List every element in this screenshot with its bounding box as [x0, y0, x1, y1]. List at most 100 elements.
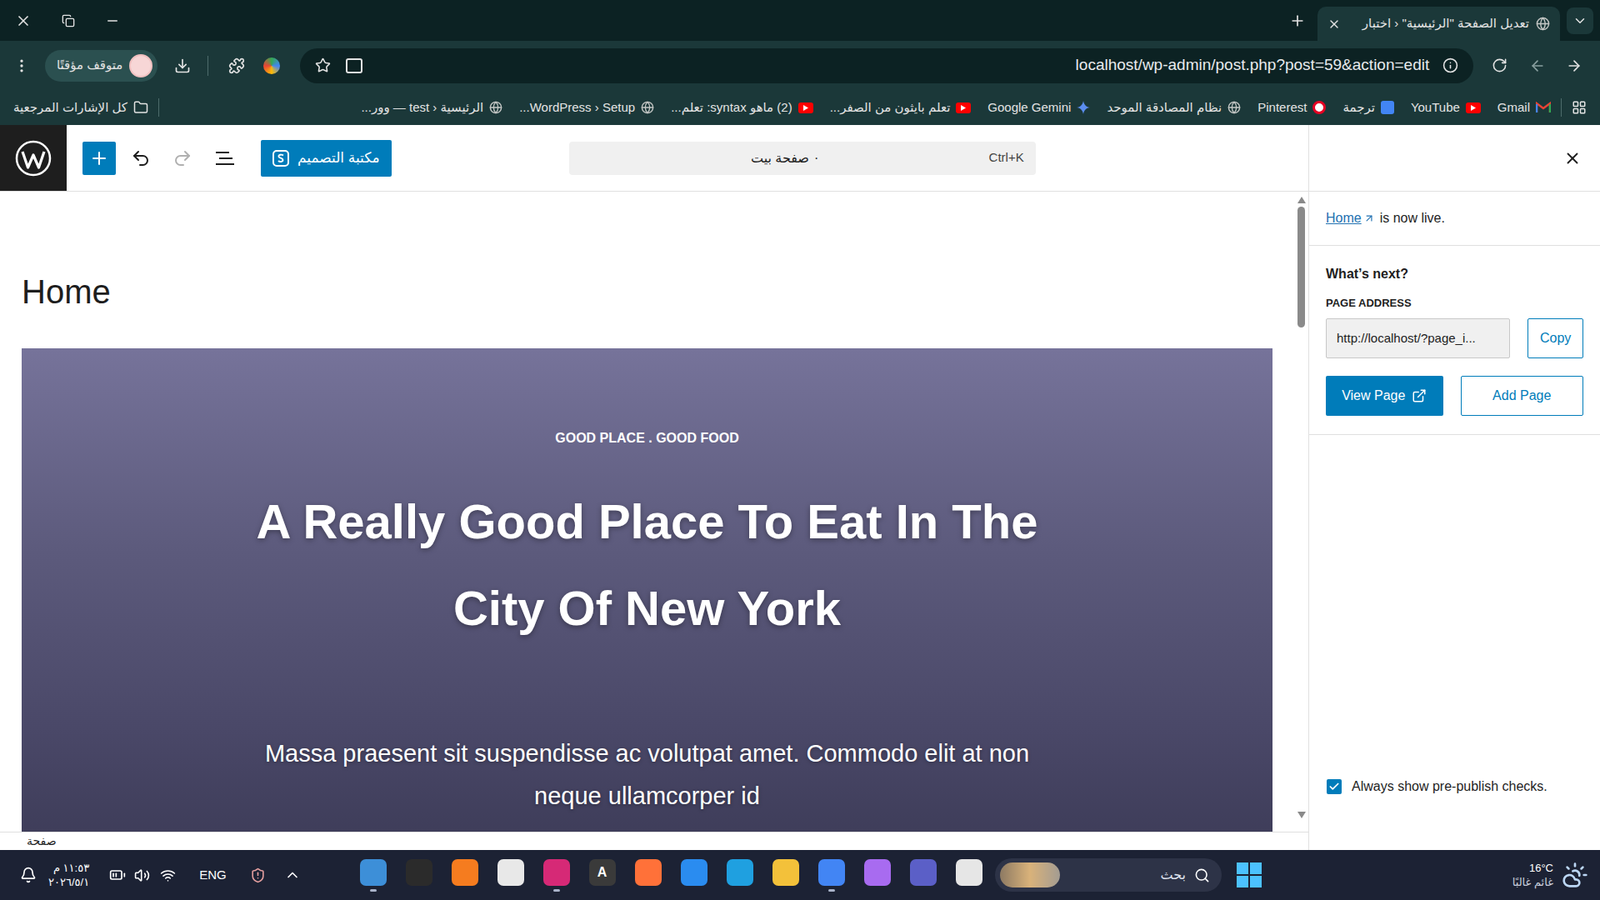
add-page-button[interactable]: Add Page — [1460, 375, 1584, 416]
show-hidden-icons-icon[interactable] — [284, 866, 301, 884]
taskbar-app[interactable] — [762, 850, 809, 900]
view-page-button[interactable]: View Page — [1325, 375, 1444, 416]
menu-icon[interactable] — [13, 57, 30, 75]
taskbar-app[interactable] — [808, 850, 855, 900]
taskbar-app[interactable] — [670, 850, 717, 900]
plus-icon — [89, 148, 110, 169]
live-link[interactable]: Home — [1325, 208, 1362, 229]
bookmark-item[interactable]: نظام المصادقة الموحد — [1106, 98, 1241, 118]
external-arrow-icon — [1363, 212, 1375, 225]
taskbar-app[interactable] — [945, 850, 992, 900]
copy-button[interactable]: Copy — [1527, 318, 1584, 359]
profile-button[interactable]: متوقف مؤقتًا — [45, 50, 158, 82]
undo-icon[interactable] — [130, 148, 151, 169]
scroll-down-icon[interactable] — [1297, 811, 1306, 819]
publish-panel: Homeis now live.What’s next?PAGE ADDRESS… — [1308, 125, 1600, 850]
scroll-up-icon[interactable] — [1297, 196, 1306, 204]
close-panel-icon[interactable] — [1563, 149, 1582, 168]
app-icon — [910, 859, 937, 886]
language-indicator[interactable]: ENG — [199, 865, 227, 885]
back-icon[interactable] — [1529, 57, 1546, 75]
restore-window-icon[interactable] — [61, 14, 75, 28]
taskbar-app[interactable] — [487, 850, 534, 900]
start-button[interactable] — [1236, 862, 1262, 888]
apps-icon[interactable] — [1571, 100, 1587, 115]
omnibox[interactable]: localhost/wp-admin/post.php?post=59&acti… — [300, 48, 1474, 84]
app-icon — [405, 859, 433, 886]
taskbar-search[interactable]: بحث — [995, 858, 1222, 892]
taskbar-app[interactable] — [900, 850, 946, 900]
all-bookmarks[interactable]: كل الإشارات المرجعية — [13, 98, 149, 118]
app-icon — [360, 859, 387, 886]
security-icon[interactable] — [250, 867, 266, 884]
page-title[interactable]: Home — [21, 271, 1273, 312]
bookmark-item[interactable]: Google Gemini — [987, 98, 1090, 118]
taskbar-app[interactable] — [625, 850, 671, 900]
tab-search-button[interactable] — [1566, 7, 1594, 35]
cover-eyebrow[interactable]: GOOD PLACE . GOOD FOOD — [555, 430, 739, 447]
taskbar-app[interactable] — [533, 850, 580, 900]
bookmark-item[interactable]: WordPress › Setup... — [519, 98, 655, 118]
breadcrumb-item[interactable]: صفحة — [26, 832, 57, 850]
bookmark-item[interactable]: تعلم بايثون من الصفر... — [830, 98, 972, 118]
gmail-icon — [1535, 101, 1551, 114]
app-icon — [726, 859, 754, 886]
avatar-icon — [129, 54, 153, 78]
extensions-icon[interactable] — [228, 57, 245, 75]
minimize-window-icon[interactable] — [105, 13, 120, 29]
check-icon — [1328, 780, 1340, 793]
notification-bell-icon[interactable] — [20, 866, 37, 884]
tab-favicon-icon — [1535, 16, 1550, 31]
reload-icon[interactable] — [1491, 57, 1508, 74]
bookmarks-bar: Gmail YouTube ترجمة Pinterest نظام المصادقة … — [0, 90, 1600, 125]
site-info-icon[interactable] — [1442, 57, 1459, 74]
bookmark-item[interactable]: YouTube — [1410, 98, 1481, 118]
editor-canvas: Home GOOD PLACE . GOOD FOOD A Really Good … — [0, 191, 1309, 832]
cover-heading[interactable]: A Really Good Place To Eat In The City O… — [230, 478, 1065, 652]
taskbar-app[interactable] — [441, 850, 488, 900]
bookmark-item[interactable]: Pinterest — [1257, 98, 1326, 118]
scrollbar-thumb[interactable] — [1297, 206, 1305, 328]
toolbar: متوقف مؤقتًا localhost/wp-admin/post.php?… — [0, 40, 1600, 90]
volume-icon[interactable] — [134, 867, 150, 884]
pattern-icon — [272, 150, 290, 167]
search-highlight-image — [1000, 862, 1060, 888]
cover-body[interactable]: Massa praesent sit suspendisse ac volutp… — [230, 732, 1065, 818]
browser-tab[interactable]: تعديل الصفحة "الرئيسية" ‹ اختبار — [1317, 6, 1560, 41]
scrollbar[interactable] — [1294, 191, 1309, 832]
pinterest-icon — [1312, 100, 1326, 115]
close-window-icon[interactable] — [15, 12, 32, 30]
bookmark-item[interactable]: Gmail — [1497, 98, 1551, 118]
bookmark-item[interactable]: ترجمة — [1342, 98, 1394, 118]
bookmark-item[interactable]: الرئيسية ‹ test — وور... — [360, 98, 503, 118]
command-bar[interactable]: صفحة بيت·Ctrl+K — [569, 141, 1036, 175]
wp-logo[interactable] — [0, 125, 67, 191]
wifi-icon[interactable] — [160, 867, 176, 884]
document-overview-icon[interactable] — [214, 150, 236, 167]
page-address-field[interactable]: http://localhost/?page_i... — [1325, 318, 1510, 359]
bookmark-star-icon[interactable] — [315, 57, 331, 74]
extension-icon[interactable] — [263, 57, 280, 75]
forward-icon[interactable] — [1565, 57, 1583, 75]
add-block-button[interactable] — [82, 141, 116, 175]
close-tab-icon[interactable] — [1327, 17, 1341, 31]
taskbar-app[interactable]: A — [579, 850, 625, 900]
taskbar-app[interactable] — [716, 850, 763, 900]
checkbox[interactable] — [1326, 779, 1342, 795]
download-icon[interactable] — [174, 57, 191, 75]
external-link-icon — [1411, 388, 1427, 404]
bookmark-item[interactable]: (2) ماهو syntax: تعلم... — [670, 98, 814, 118]
taskbar-app[interactable] — [854, 850, 900, 900]
weather-widget[interactable]: 16°Cغائم غالبًا — [1512, 860, 1600, 890]
battery-icon[interactable] — [109, 866, 126, 884]
taskbar-app[interactable] — [395, 850, 442, 900]
clock[interactable]: ١١:٥٣ م٢٠٢٦/٥/١ — [48, 860, 90, 890]
pattern-library-button[interactable]: مكتبة التصميم — [260, 140, 392, 177]
redo-icon[interactable] — [172, 148, 193, 169]
new-tab-icon[interactable] — [1289, 12, 1306, 30]
whats-next-section: What’s next?PAGE ADDRESShttp://localhost… — [1309, 245, 1600, 435]
cover-block[interactable]: GOOD PLACE . GOOD FOOD A Really Good Plac… — [21, 348, 1273, 832]
taskbar-app[interactable] — [350, 850, 396, 900]
install-app-icon[interactable] — [345, 58, 363, 74]
pre-publish-checkbox[interactable]: Always show pre-publish checks. — [1309, 776, 1600, 850]
